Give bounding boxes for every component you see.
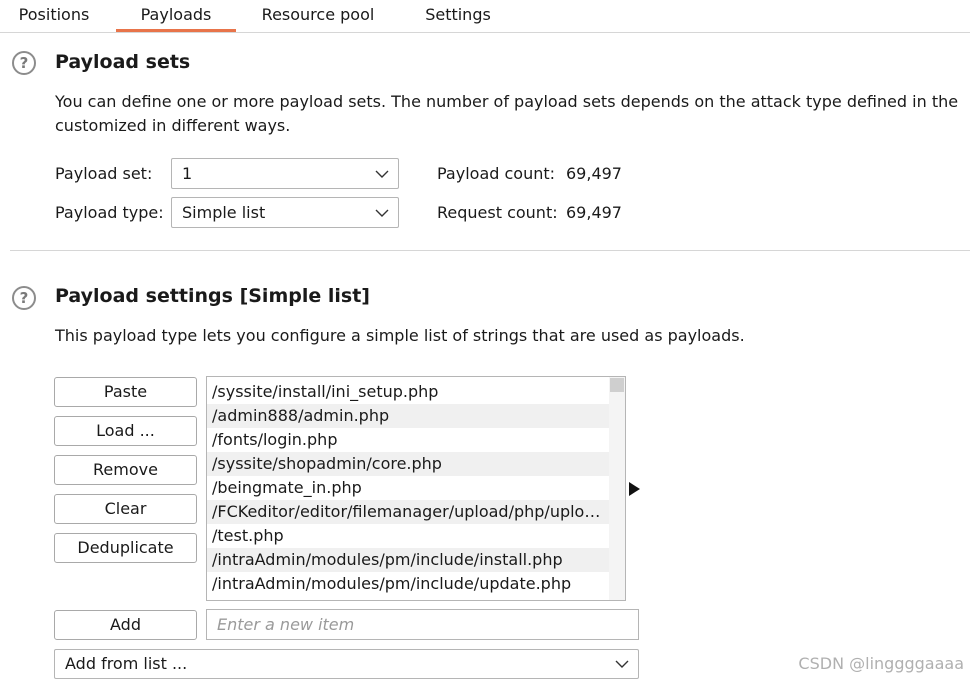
tab-resource-pool[interactable]: Resource pool — [250, 0, 386, 30]
section-title-payload-settings: Payload settings [Simple list] — [55, 285, 370, 307]
watermark: CSDN @linggggaaaa — [798, 654, 964, 673]
paste-button[interactable]: Paste — [54, 377, 197, 407]
scrollbar-thumb[interactable] — [610, 378, 624, 392]
list-item[interactable]: /FCKeditor/editor/filemanager/upload/php… — [207, 500, 609, 524]
payload-set-select[interactable]: 1 — [171, 158, 399, 189]
payload-count-label: Payload count: — [437, 164, 556, 183]
new-item-input-wrapper — [206, 609, 639, 640]
add-from-list-select[interactable]: Add from list ... — [54, 649, 639, 679]
payload-settings-description: This payload type lets you configure a s… — [55, 326, 745, 345]
payload-type-select[interactable]: Simple list — [171, 197, 399, 228]
request-count-value: 69,497 — [566, 203, 622, 222]
list-item[interactable]: /beingmate_in.php — [207, 476, 609, 500]
add-from-list-value: Add from list ... — [65, 654, 188, 673]
chevron-down-icon — [375, 209, 389, 217]
list-item[interactable]: /intraAdmin/modules/pm/include/install.p… — [207, 548, 609, 572]
payload-type-value: Simple list — [182, 203, 266, 222]
request-count-label: Request count: — [437, 203, 558, 222]
payload-list[interactable]: /syssite/install/ini_setup.php /admin888… — [206, 376, 626, 601]
add-button[interactable]: Add — [54, 610, 197, 640]
remove-button[interactable]: Remove — [54, 455, 197, 485]
tab-positions[interactable]: Positions — [10, 0, 98, 30]
list-item[interactable]: /syssite/shopadmin/core.php — [207, 452, 609, 476]
tab-payloads[interactable]: Payloads — [116, 0, 236, 32]
payload-set-label: Payload set: — [55, 164, 153, 183]
payload-sets-description-line1: You can define one or more payload sets.… — [55, 92, 959, 111]
tab-settings[interactable]: Settings — [416, 0, 500, 30]
clear-button[interactable]: Clear — [54, 494, 197, 524]
tab-bar: Positions Payloads Resource pool Setting… — [0, 0, 970, 33]
chevron-down-icon — [375, 170, 389, 178]
question-mark-icon[interactable]: ? — [12, 286, 36, 310]
deduplicate-button[interactable]: Deduplicate — [54, 533, 197, 563]
mouse-cursor-icon — [629, 482, 640, 496]
question-mark-icon[interactable]: ? — [12, 51, 36, 75]
load-button[interactable]: Load ... — [54, 416, 197, 446]
payload-type-label: Payload type: — [55, 203, 164, 222]
new-item-input[interactable] — [217, 611, 637, 638]
section-title-payload-sets: Payload sets — [55, 51, 191, 73]
payload-sets-description-line2: customized in different ways. — [55, 116, 291, 135]
list-item[interactable]: /test.php — [207, 524, 609, 548]
section-divider — [10, 250, 970, 251]
vertical-scrollbar[interactable] — [609, 377, 625, 600]
chevron-down-icon — [615, 660, 629, 668]
list-item[interactable]: /fonts/login.php — [207, 428, 609, 452]
list-item[interactable]: /intraAdmin/modules/pm/include/update.ph… — [207, 572, 609, 596]
payload-count-value: 69,497 — [566, 164, 622, 183]
list-item[interactable]: /admin888/admin.php — [207, 404, 609, 428]
payload-set-value: 1 — [182, 164, 193, 183]
list-item[interactable]: /syssite/install/ini_setup.php — [207, 380, 609, 404]
